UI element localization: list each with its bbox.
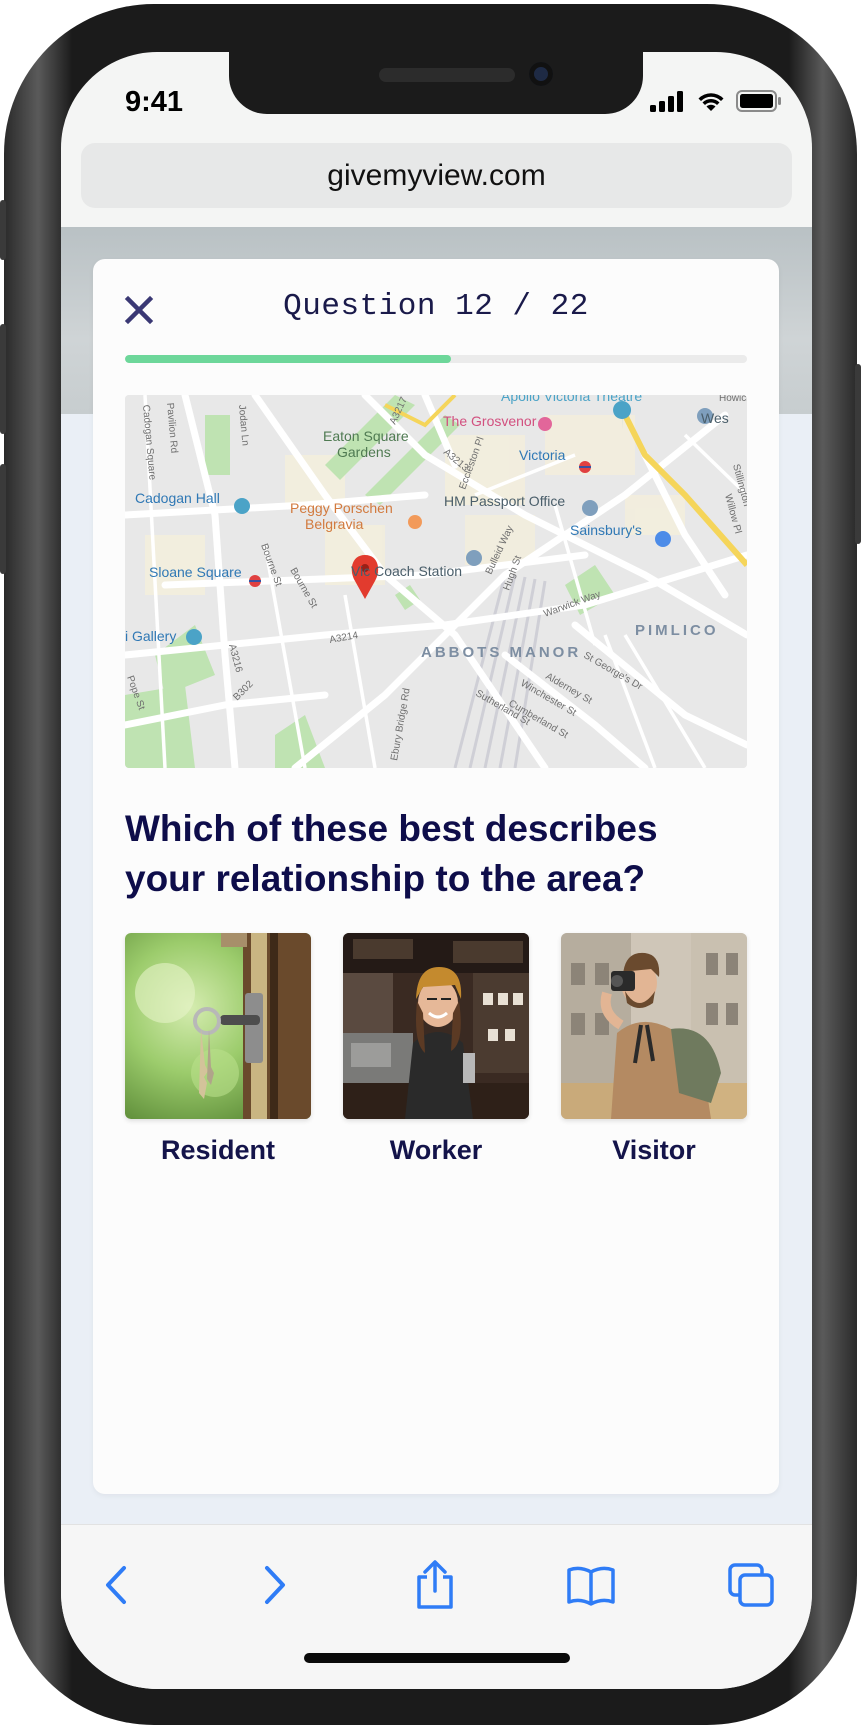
web-content: Question 12 / 22 Apollo Victoria Theatre… [61,227,812,1524]
volume-down-button [0,464,6,574]
map-label: The Grosvenor [443,413,537,429]
question-text: Which of these best describes your relat… [125,808,658,899]
visitor-image [561,933,747,1119]
progress-bar [125,355,747,363]
question-counter: Question 12 / 22 [283,289,589,324]
volume-up-button [0,324,6,434]
tabs-icon [728,1563,774,1607]
cellular-signal-icon [650,91,683,112]
worker-image [343,933,529,1119]
share-icon [417,1560,453,1609]
option-label: Visitor [612,1135,696,1165]
speaker-grille [379,68,515,82]
front-camera [529,62,553,86]
status-icons [650,90,782,112]
map-label: Vic Coach Station [351,563,462,579]
map-label: Apollo Victoria Theatre [501,395,642,404]
area-map[interactable]: Apollo Victoria Theatre The Grosvenor Ea… [125,395,747,768]
map-label: Peggy Porschen [290,500,393,516]
power-button [855,364,861,544]
chevron-left-icon [106,1566,126,1604]
progress-bar-fill [125,355,451,363]
home-indicator[interactable] [304,1653,570,1663]
map-label: Cadogan Hall [135,490,220,506]
status-time: 9:41 [125,86,184,118]
option-label: Resident [160,1135,276,1165]
map-label: PIMLICO [635,622,719,639]
option-resident[interactable]: Resident [125,933,311,1166]
wifi-icon [698,93,724,111]
map-label: Gardens [337,444,391,460]
url-text: givemyview.com [327,158,546,192]
tabs-button[interactable] [721,1555,781,1615]
option-visitor[interactable]: Visitor [561,933,747,1166]
map-label: Belgravia [305,516,364,532]
option-label: Worker [389,1135,483,1165]
resident-image [125,933,311,1119]
forward-button[interactable] [244,1555,304,1615]
survey-card: Question 12 / 22 Apollo Victoria Theatre… [93,259,779,1494]
battery-icon [736,90,781,112]
option-worker[interactable]: Worker [343,933,529,1166]
bookmarks-button[interactable] [561,1555,621,1615]
notch [229,52,643,114]
map-label: ABBOTS MANOR [421,644,581,661]
phone-frame: 9:41 givemyview.com Question 12 / 22 Apo… [0,4,861,1725]
map-label: Victoria [519,447,566,463]
map-label: Wes [701,410,729,426]
phone-screen: 9:41 givemyview.com Question 12 / 22 Apo… [61,52,812,1689]
chevron-right-icon [265,1566,285,1604]
address-bar[interactable]: givemyview.com [81,143,792,208]
back-button[interactable] [87,1555,147,1615]
answer-options: Resident Worker Visitor [125,933,747,1166]
map-label: Howick [719,395,747,404]
browser-toolbar [61,1524,812,1689]
map-label: Sainsbury's [570,522,642,538]
share-button[interactable] [405,1555,465,1615]
map-label: Eaton Square [323,428,409,444]
book-icon [567,1566,615,1606]
map-label: i Gallery [125,628,176,644]
map-label: Sloane Square [149,564,242,580]
silent-switch [0,200,6,260]
map-label: HM Passport Office [444,493,565,509]
